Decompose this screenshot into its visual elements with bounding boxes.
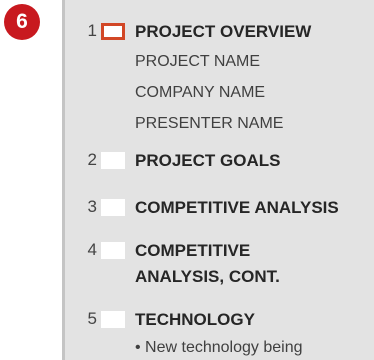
step-number-badge: 6 — [4, 4, 40, 40]
slide-thumbnail[interactable] — [101, 242, 125, 259]
slide-text-line[interactable]: PROJECT NAME — [135, 51, 260, 73]
slide-title[interactable]: PROJECT GOALS — [135, 149, 371, 173]
slide-number: 1 — [87, 21, 97, 40]
outline-pane[interactable]: 1 PROJECT OVERVIEW PROJECT NAME COMPANY … — [62, 0, 374, 360]
slide-text-line[interactable]: PRESENTER NAME — [135, 113, 283, 135]
outline-slide-3[interactable]: 3 COMPETITIVE ANALYSIS — [65, 196, 374, 222]
slide-text-line[interactable]: COMPANY NAME — [135, 82, 265, 104]
slide-number: 5 — [87, 309, 97, 328]
slide-bullet-line[interactable]: • New technology being — [135, 337, 302, 359]
outline-slide-4[interactable]: 4 COMPETITIVE ANALYSIS, CONT. — [65, 235, 374, 289]
slide-title[interactable]: PROJECT OVERVIEW — [135, 20, 371, 44]
slide-number: 3 — [87, 197, 97, 216]
screenshot-stage: 6 1 PROJECT OVERVIEW PROJECT NAME COMPAN… — [0, 0, 374, 360]
slide-thumbnail-selected[interactable] — [101, 23, 125, 40]
slide-thumbnail[interactable] — [101, 152, 125, 169]
slide-thumbnail[interactable] — [101, 311, 125, 328]
outline-slide-1[interactable]: 1 PROJECT OVERVIEW PROJECT NAME COMPANY … — [65, 20, 374, 140]
slide-title[interactable]: COMPETITIVE — [135, 239, 371, 263]
slide-thumbnail[interactable] — [101, 199, 125, 216]
slide-number: 4 — [87, 240, 97, 259]
slide-title[interactable]: COMPETITIVE ANALYSIS — [135, 196, 371, 220]
slide-title[interactable]: TECHNOLOGY — [135, 308, 371, 332]
outline-slide-2[interactable]: 2 PROJECT GOALS — [65, 149, 374, 175]
slide-number: 2 — [87, 150, 97, 169]
slide-title-continued[interactable]: ANALYSIS, CONT. — [135, 265, 371, 289]
outline-slide-5[interactable]: 5 TECHNOLOGY • New technology being — [65, 308, 374, 360]
